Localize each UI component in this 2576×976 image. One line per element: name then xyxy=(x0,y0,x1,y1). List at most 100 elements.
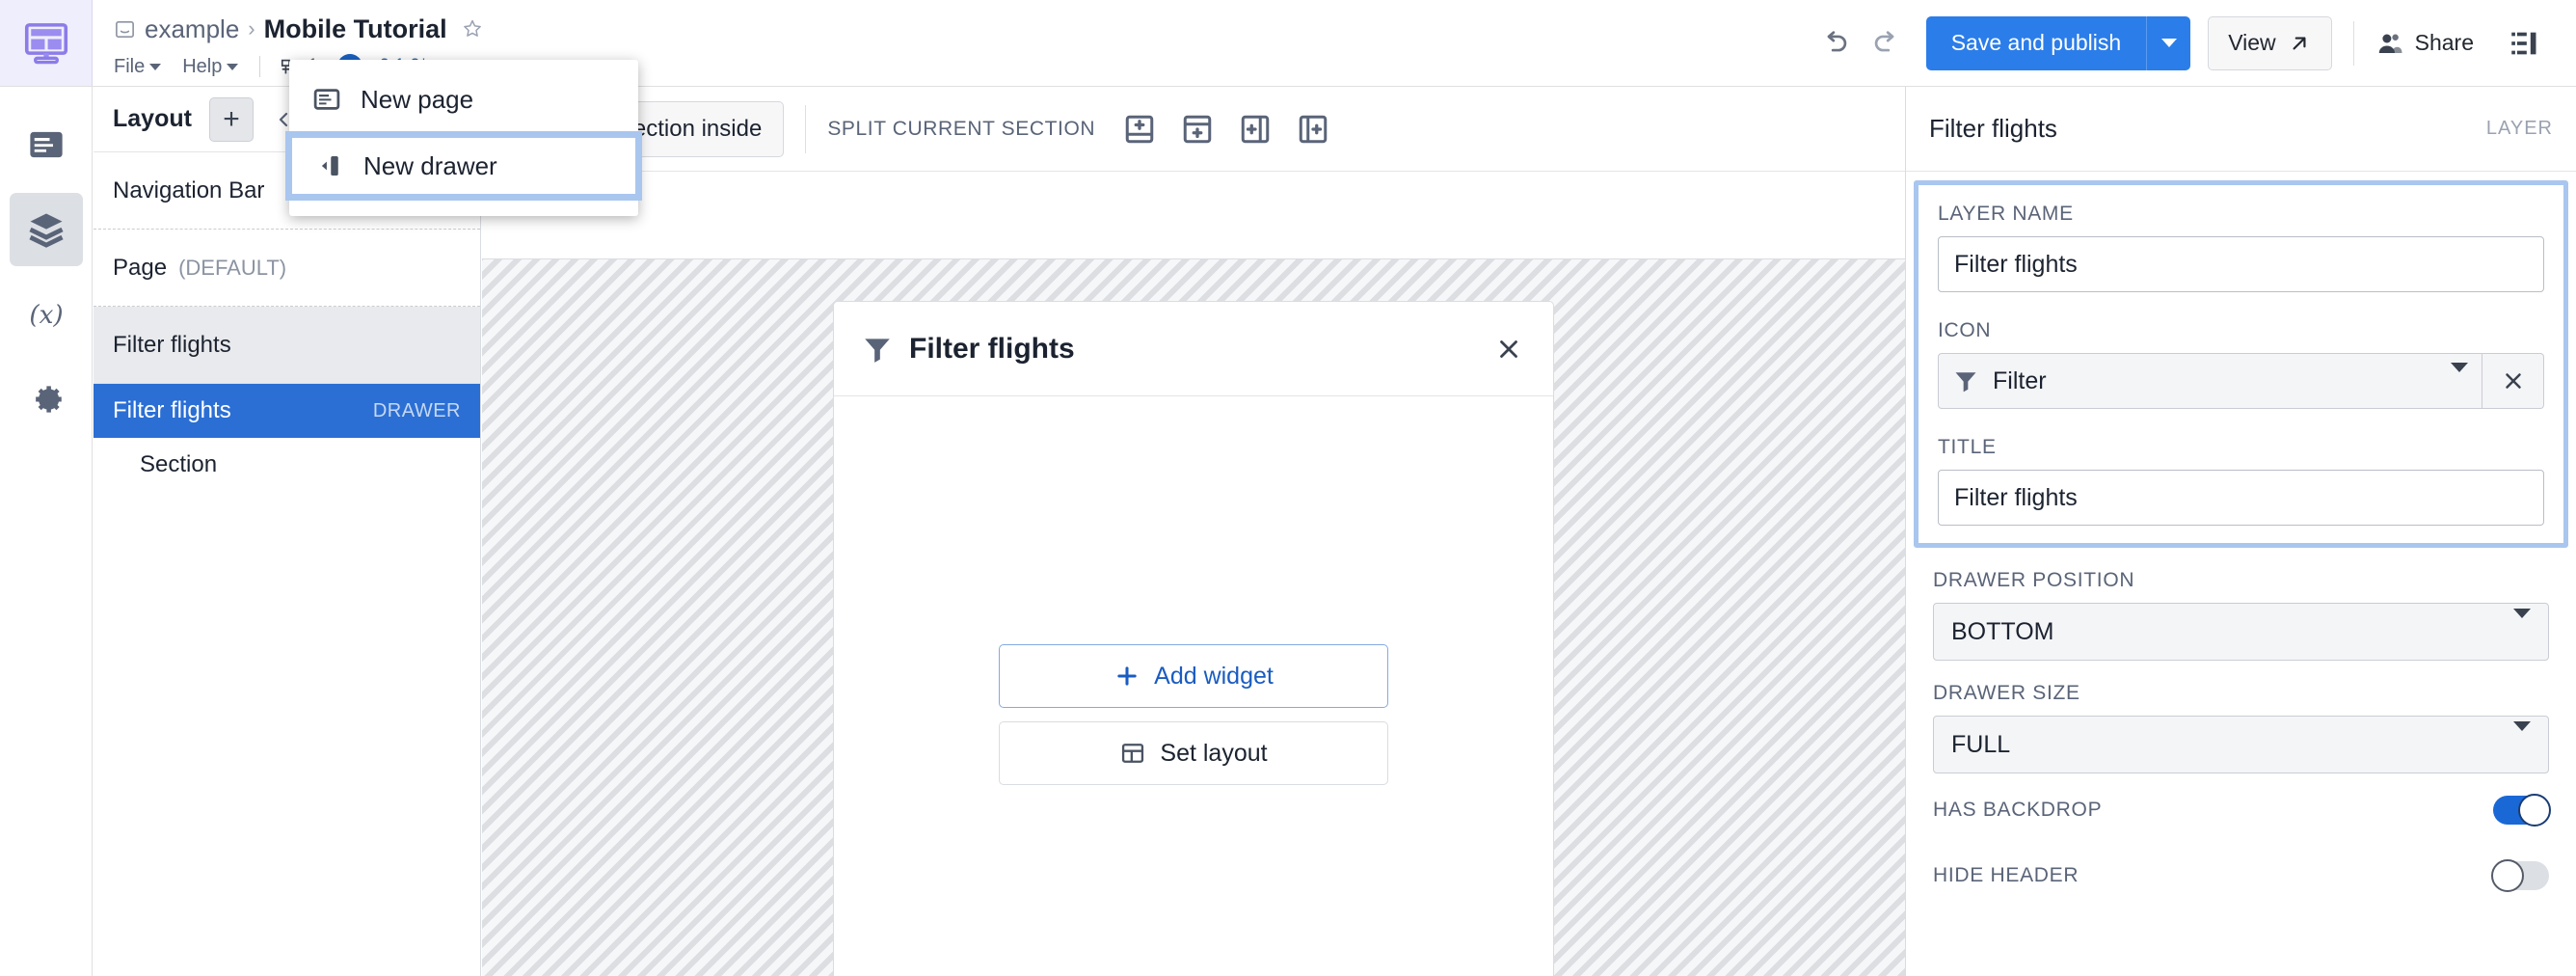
split-right-button[interactable] xyxy=(1294,110,1332,149)
drawer-preview-card: Filter flights Add widget Set layout xyxy=(833,301,1554,976)
layout-grid-icon xyxy=(1122,744,1144,763)
breadcrumb-separator: › xyxy=(248,16,255,41)
menu-help[interactable]: Help xyxy=(182,56,239,78)
svg-text:(x): (x) xyxy=(29,301,63,330)
page-icon xyxy=(29,131,63,158)
field-label: LAYER NAME xyxy=(1938,203,2074,225)
layout-panel-title: Layout xyxy=(113,105,192,132)
title-input[interactable] xyxy=(1938,470,2544,526)
redo-button[interactable] xyxy=(1861,18,1911,68)
drawer-size-select[interactable]: FULL xyxy=(1933,716,2549,773)
layer-row-filter-flights-page[interactable]: Filter flights xyxy=(94,307,480,384)
rail-item-variables[interactable]: (x) xyxy=(10,278,83,351)
icon-select[interactable]: Filter xyxy=(1938,353,2482,409)
close-icon xyxy=(2505,373,2521,389)
layer-label: Filter flights xyxy=(113,331,231,358)
set-layout-button[interactable]: Set layout xyxy=(999,721,1388,785)
layer-row-page[interactable]: Page (DEFAULT) xyxy=(94,230,480,307)
menu-divider xyxy=(259,56,261,77)
right-panel-kind-badge: LAYER xyxy=(2485,118,2553,139)
field-label: DRAWER SIZE xyxy=(1933,682,2080,704)
dashboard-logo-icon xyxy=(24,22,67,64)
toggle-label: HIDE HEADER xyxy=(1933,864,2080,886)
menu-item-new-page[interactable]: New page xyxy=(289,69,638,129)
chevron-down-icon xyxy=(227,63,239,70)
field-label: TITLE xyxy=(1938,436,1997,458)
chevron-down-icon xyxy=(2451,363,2468,390)
chevron-down-icon xyxy=(149,63,162,70)
drawer-body: Add widget Set layout xyxy=(834,397,1553,976)
right-properties-panel: Filter flights LAYER LAYER NAME ICON Fil… xyxy=(1905,87,2576,976)
add-widget-label: Add widget xyxy=(1154,662,1274,690)
split-section-label: SPLIT CURRENT SECTION xyxy=(827,117,1096,140)
split-buttons-group xyxy=(1120,110,1332,149)
split-right-icon xyxy=(1299,115,1328,143)
rail-item-settings[interactable] xyxy=(10,363,83,436)
undo-button[interactable] xyxy=(1811,18,1861,68)
canvas: Filter flights Add widget Set layout xyxy=(482,258,1905,976)
field-layer-name: LAYER NAME xyxy=(1938,203,2544,292)
undo-icon xyxy=(1827,30,1846,51)
layer-label: Navigation Bar xyxy=(113,176,265,203)
layer-name-input[interactable] xyxy=(1938,236,2544,292)
drawer-close-button[interactable] xyxy=(1491,332,1526,366)
split-top-button[interactable] xyxy=(1120,110,1159,149)
right-panel-title: Filter flights xyxy=(1929,114,2057,143)
center-area: S Add section inside SPLIT CURRENT SECTI… xyxy=(482,87,1905,976)
menu-item-new-drawer[interactable]: New drawer xyxy=(285,131,642,201)
field-label: ICON xyxy=(1938,319,1992,341)
menu-file[interactable]: File xyxy=(114,55,162,78)
filter-icon xyxy=(1955,372,1976,393)
menu-item-label: New page xyxy=(361,84,474,114)
toggle-hide-header-row: HIDE HEADER xyxy=(1906,847,2576,905)
toggle-knob xyxy=(2491,859,2524,892)
app-logo[interactable] xyxy=(0,0,93,86)
rail-item-layers[interactable] xyxy=(9,193,83,266)
save-and-publish-button[interactable]: Save and publish xyxy=(1925,15,2147,70)
menu-file-label: File xyxy=(114,55,146,77)
save-and-publish-dropdown[interactable] xyxy=(2146,15,2191,70)
page-title: Mobile Tutorial xyxy=(263,14,447,43)
app-root: example › Mobile Tutorial File Help Save… xyxy=(0,0,2576,976)
toggle-label: HAS BACKDROP xyxy=(1933,799,2103,821)
left-icon-rail: (x) xyxy=(0,87,93,976)
icon-clear-button[interactable] xyxy=(2482,353,2544,409)
icon-select-value: Filter xyxy=(1993,366,2047,394)
layer-row-filter-flights-drawer[interactable]: Filter flights DRAWER xyxy=(94,384,480,438)
split-left-button[interactable] xyxy=(1236,110,1275,149)
plus-icon xyxy=(1117,666,1137,686)
toggle-knob xyxy=(2518,794,2551,827)
field-title: TITLE xyxy=(1938,436,2544,526)
right-panel-header: Filter flights LAYER xyxy=(1906,87,2576,172)
view-button[interactable]: View xyxy=(2208,15,2332,70)
layout-panel: Layout + Navigation Bar Page (DEFAULT) F… xyxy=(94,87,481,976)
share-button[interactable]: Share xyxy=(2375,29,2474,58)
layer-sublabel: (DEFAULT) xyxy=(178,255,287,280)
view-label: View xyxy=(2228,30,2276,55)
field-icon: ICON Filter xyxy=(1938,319,2544,409)
split-bottom-button[interactable] xyxy=(1178,110,1217,149)
star-outline-icon[interactable] xyxy=(461,17,484,41)
rail-item-pages[interactable] xyxy=(10,108,83,181)
add-layer-button[interactable]: + xyxy=(208,96,254,142)
breadcrumb-parent[interactable]: example xyxy=(145,14,239,44)
icon-select-row: Filter xyxy=(1938,353,2544,409)
layer-label: Page xyxy=(113,254,168,281)
chevron-down-icon xyxy=(2513,608,2531,646)
hide-header-toggle[interactable] xyxy=(2491,859,2549,892)
layer-row-section[interactable]: Section xyxy=(94,438,480,492)
variables-icon: (x) xyxy=(29,301,63,330)
new-page-icon xyxy=(313,89,340,110)
right-panel-toggle-button[interactable] xyxy=(2499,18,2549,68)
section-toolbar: S Add section inside SPLIT CURRENT SECTI… xyxy=(482,87,1905,172)
new-drawer-icon xyxy=(321,156,338,176)
drawer-header: Filter flights xyxy=(834,302,1553,396)
has-backdrop-toggle[interactable] xyxy=(2493,794,2551,827)
drawer-position-select[interactable]: BOTTOM xyxy=(1933,603,2549,661)
header-divider xyxy=(2352,20,2354,66)
drawer-position-value: BOTTOM xyxy=(1951,617,2054,645)
add-widget-button[interactable]: Add widget xyxy=(999,644,1388,708)
split-left-icon xyxy=(1241,115,1270,143)
external-link-icon xyxy=(2293,37,2306,49)
layer-basic-fields-group: LAYER NAME ICON Filter xyxy=(1914,180,2568,548)
